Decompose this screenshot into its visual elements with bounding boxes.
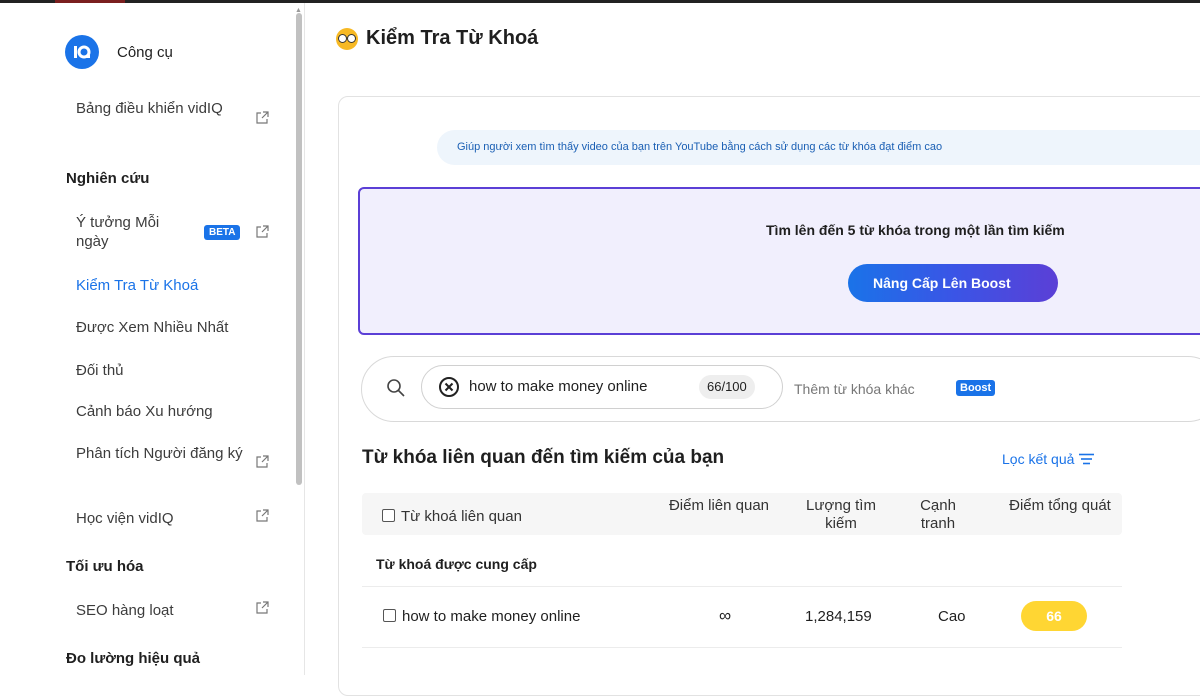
sidebar-item-subscriber-analytics[interactable]: Phân tích Người đăng ký [76,444,254,463]
filter-results-button[interactable]: Lọc kết quả [1002,451,1095,467]
promo-text: Tìm lên đến 5 từ khóa trong một lần tìm … [766,222,1065,238]
section-research: Nghiên cứu [66,170,150,187]
boost-badge: Boost [956,380,996,396]
table-row-keyword[interactable]: how to make money online [383,608,580,625]
sidebar-item-most-viewed[interactable]: Được Xem Nhiều Nhất [76,318,228,337]
nerd-face-icon [336,27,358,50]
page-title: Kiểm Tra Từ Khoá [336,27,538,50]
column-header-competition[interactable]: Cạnh tranh [910,497,966,533]
external-link-icon [255,509,269,523]
row-keyword-text: how to make money online [402,608,581,625]
upgrade-boost-button[interactable]: Nâng Cấp Lên Boost [848,264,1058,302]
select-all-checkbox[interactable] [382,509,395,522]
external-link-icon [255,111,269,125]
row-checkbox[interactable] [383,609,396,622]
search-icon [386,378,406,398]
row-divider [362,586,1122,587]
sidebar-item-keyword-inspector[interactable]: Kiểm Tra Từ Khoá [76,276,198,295]
upgrade-promo-box [358,187,1200,335]
related-keywords-title: Từ khóa liên quan đến tìm kiếm của bạn [362,447,725,468]
column-keyword-label: Từ khoá liên quan [401,508,522,525]
section-optimization: Tối ưu hóa [66,558,144,575]
sidebar-item-vidiq-academy[interactable]: Học viện vidIQ [76,509,174,528]
row-relevance: ∞ [719,606,732,625]
tools-header[interactable]: Công cụ [65,34,173,70]
sidebar-scroll-thumb[interactable] [296,13,302,485]
sidebar-item-daily-ideas[interactable]: Ý tưởng Mỗi ngày [76,213,194,251]
provided-keywords-label: Từ khoá được cung cấp [376,556,537,572]
sidebar-item-bulk-seo[interactable]: SEO hàng loạt [76,601,174,620]
sidebar-item-dashboard[interactable]: Bảng điều khiển vidIQ [76,99,246,118]
row-overall-score-badge: 66 [1021,601,1087,631]
help-banner: Giúp người xem tìm thấy video của bạn tr… [437,130,1200,165]
filter-label: Lọc kết quả [1002,451,1075,467]
tools-label: Công cụ [117,43,173,61]
sidebar-item-trend-alerts[interactable]: Cảnh báo Xu hướng [76,402,213,421]
row-volume: 1,284,159 [805,608,872,625]
beta-badge: BETA [204,225,241,240]
filter-icon [1079,453,1095,465]
keyword-chip-score: 66/100 [699,375,755,399]
page-title-text: Kiểm Tra Từ Khoá [366,27,539,49]
column-header-keyword[interactable]: Từ khoá liên quan [382,508,522,526]
row-divider [362,647,1122,648]
external-link-icon [255,225,269,239]
column-header-overall[interactable]: Điểm tổng quát [1000,497,1120,515]
remove-keyword-icon[interactable] [438,376,460,398]
add-keyword-input[interactable]: Thêm từ khóa khác [794,381,915,397]
section-performance: Đo lường hiệu quả [66,650,201,667]
keyword-chip-text: how to make money online [469,378,648,395]
external-link-icon [255,601,269,615]
sidebar-item-competitors[interactable]: Đối thủ [76,361,124,380]
column-header-volume[interactable]: Lượng tìm kiếm [795,497,887,533]
column-header-relevance[interactable]: Điểm liên quan [663,497,775,515]
vidiq-logo-icon [65,35,99,69]
row-competition: Cao [938,608,966,625]
external-link-icon [255,455,269,469]
